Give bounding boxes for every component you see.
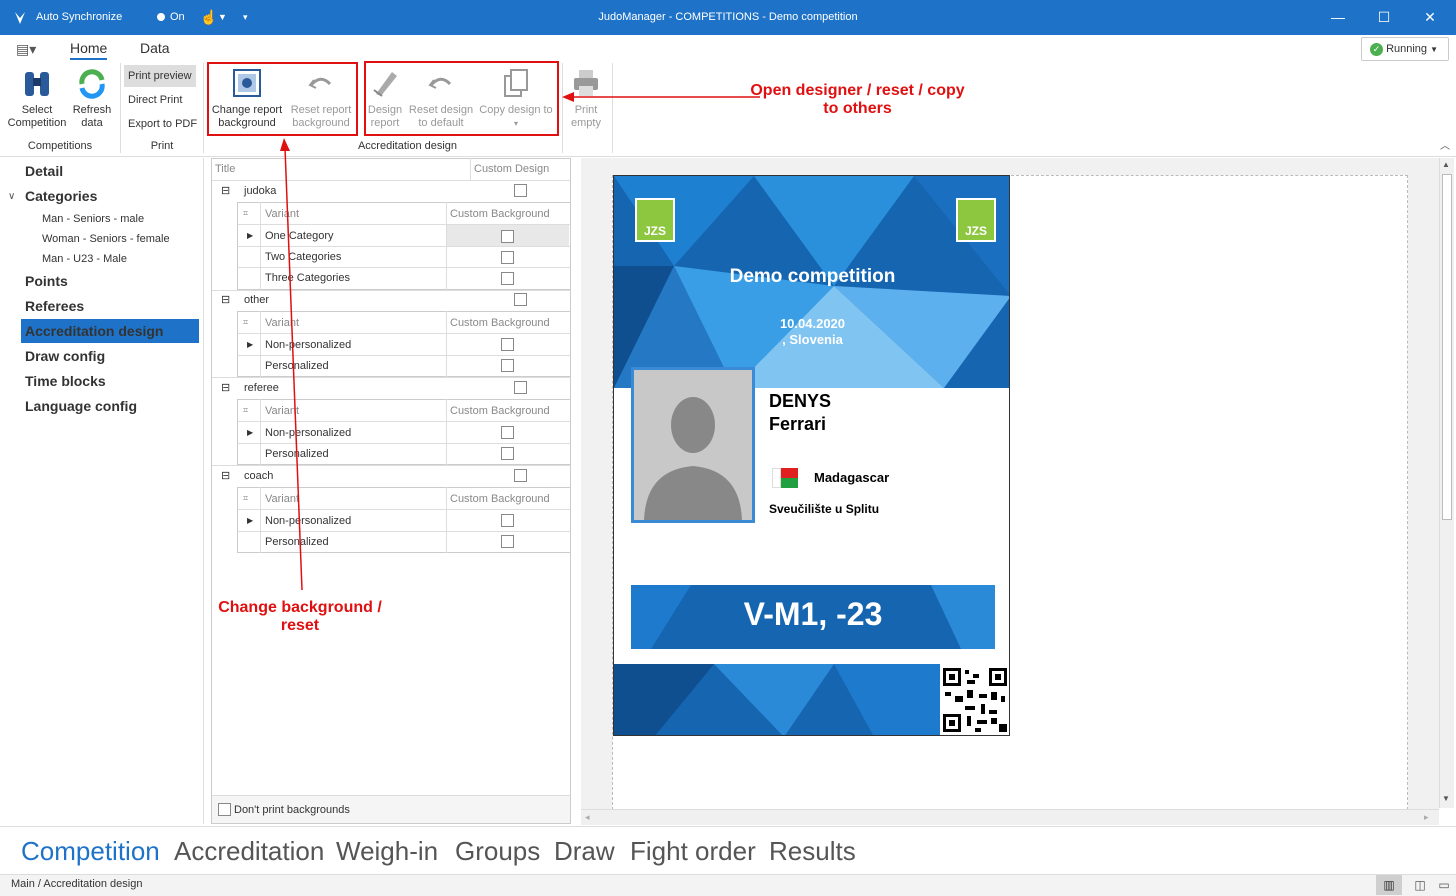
tab-weigh-in[interactable]: Weigh-in — [336, 836, 438, 867]
annotation-background-text: Change background / reset — [218, 599, 382, 634]
page-view-icon[interactable]: ▭ — [1434, 875, 1454, 895]
breadcrumb: Main / Accreditation design — [11, 878, 143, 890]
tab-results[interactable]: Results — [769, 836, 856, 867]
tab-groups[interactable]: Groups — [455, 836, 540, 867]
tab-draw[interactable]: Draw — [554, 836, 615, 867]
tab-competition[interactable]: Competition — [21, 836, 160, 867]
status-bar — [0, 874, 1456, 896]
annotation-designer-text: Open designer / reset / copy to others — [750, 82, 965, 117]
reading-view-icon[interactable]: ▥ — [1376, 875, 1402, 895]
tab-fight-order[interactable]: Fight order — [630, 836, 756, 867]
split-view-icon[interactable]: ◫ — [1410, 875, 1430, 895]
tab-accreditation[interactable]: Accreditation — [174, 836, 324, 867]
annotation-arrows — [280, 92, 760, 591]
